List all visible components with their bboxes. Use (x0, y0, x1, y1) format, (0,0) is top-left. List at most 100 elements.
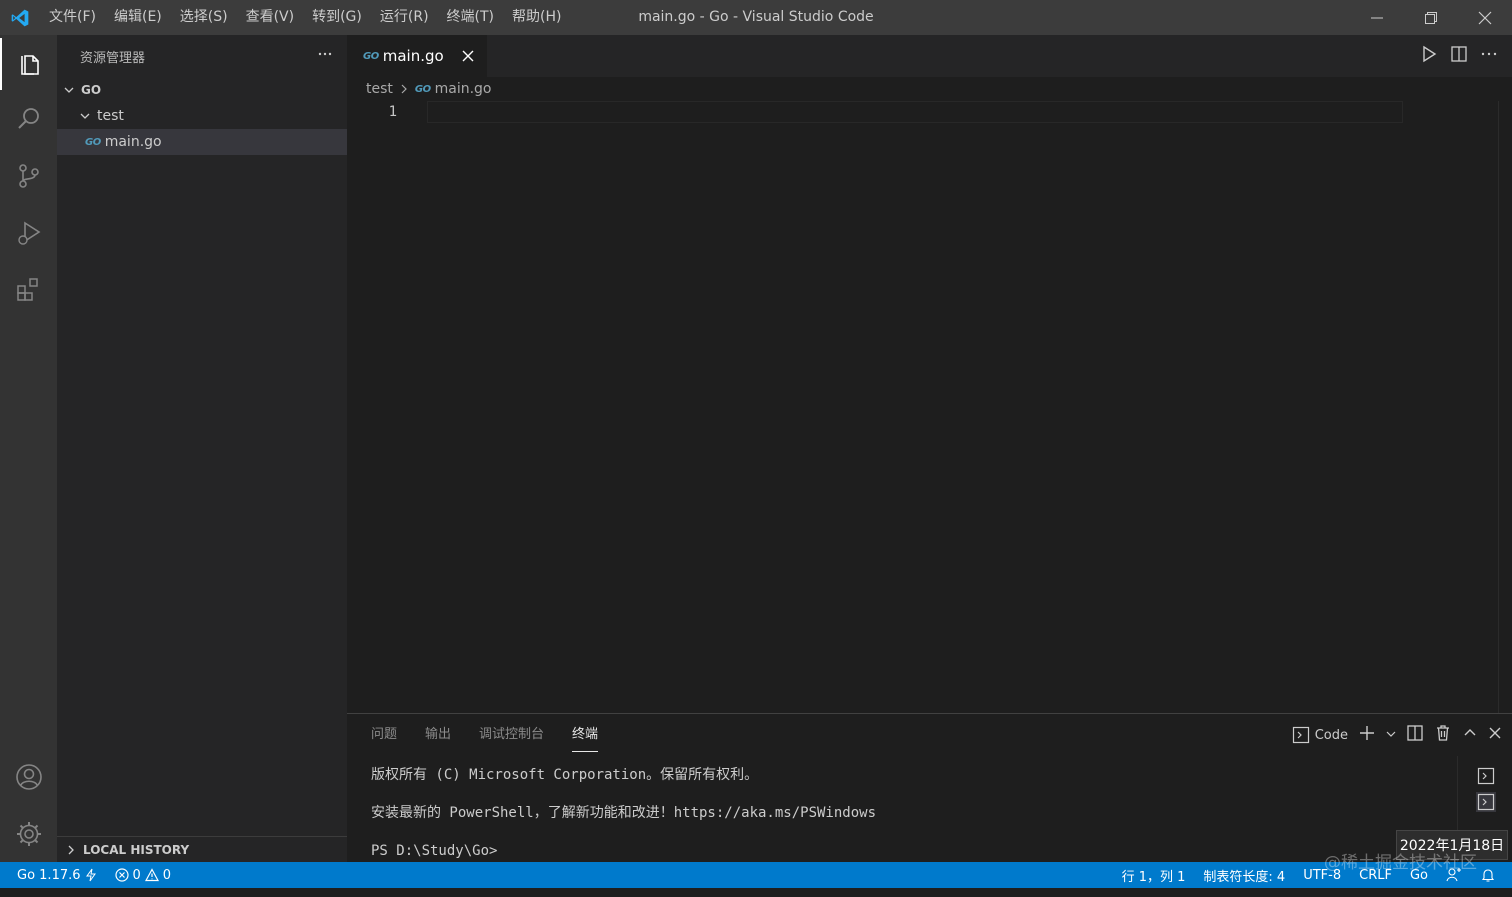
trash-icon (1437, 725, 1449, 741)
menu-terminal[interactable]: 终端(T) (438, 0, 503, 35)
line-number: 1 (388, 104, 397, 120)
tab-terminal[interactable]: 终端 (572, 714, 599, 756)
bell-icon (1481, 869, 1495, 882)
tab-close-button[interactable] (459, 47, 477, 65)
terminal-dropdown-button[interactable] (1386, 728, 1396, 743)
new-terminal-button[interactable] (1358, 724, 1376, 746)
go-version-status[interactable]: Go 1.17.6 (0, 862, 106, 888)
tab-problems[interactable]: 问题 (371, 714, 397, 756)
run-file-button[interactable] (1420, 45, 1438, 67)
menu-edit[interactable]: 编辑(E) (105, 0, 171, 35)
close-icon (1489, 727, 1501, 739)
tab-debug-console[interactable]: 调试控制台 (479, 714, 544, 756)
menu-go[interactable]: 转到(G) (303, 0, 371, 35)
warning-icon (144, 868, 159, 882)
current-line-highlight (427, 101, 1403, 123)
chevron-up-icon (1464, 729, 1476, 736)
menu-bar: 文件(F) 编辑(E) 选择(S) 查看(V) 转到(G) 运行(R) 终端(T… (40, 0, 570, 35)
gear-icon (16, 822, 41, 846)
breadcrumb-file[interactable]: main.go (435, 81, 492, 97)
tree-folder-test[interactable]: test (57, 103, 347, 129)
terminal-output[interactable]: 版权所有 (C) Microsoft Corporation。保留所有权利。 安… (371, 762, 876, 876)
ellipsis-icon (318, 52, 332, 56)
terminal-line: 安装最新的 PowerShell，了解新功能和改进！https://aka.ms… (371, 805, 877, 821)
terminal-name: Code (1314, 727, 1348, 743)
tree-root-go[interactable]: GO (57, 77, 347, 103)
close-icon (1478, 11, 1492, 24)
breadcrumb: test GO main.go (347, 77, 1512, 101)
run-debug-icon (17, 221, 40, 245)
minimize-icon (1371, 17, 1383, 18)
code-line[interactable]: 1 (347, 101, 1512, 123)
editor-scrollbar[interactable] (1498, 101, 1512, 713)
status-bar: Go 1.17.6 0 0 行 1，列 1 制表符长度: 4 UTF-8 CRL… (0, 862, 1512, 888)
maximize-panel-button[interactable] (1462, 725, 1478, 745)
menu-run[interactable]: 运行(R) (371, 0, 438, 35)
menu-help[interactable]: 帮助(H) (503, 0, 570, 35)
local-history-label: LOCAL HISTORY (83, 842, 190, 857)
go-version: Go 1.17.6 (17, 867, 81, 883)
manage-button[interactable] (0, 808, 57, 860)
split-editor-icon (1451, 46, 1467, 62)
lightning-icon (85, 868, 96, 882)
terminal-icon (1292, 726, 1309, 744)
run-debug-button[interactable] (0, 207, 57, 259)
editor-more-button[interactable] (1480, 45, 1498, 67)
problems-status[interactable]: 0 0 (106, 862, 181, 888)
accounts-button[interactable] (0, 751, 57, 803)
more-actions-button[interactable] (317, 46, 333, 66)
notifications-button[interactable] (1471, 862, 1512, 888)
taskbar-edge (0, 888, 1512, 897)
source-control-button[interactable] (0, 150, 57, 202)
plus-icon (1360, 726, 1374, 740)
search-icon (17, 108, 39, 129)
terminal-icon (1477, 793, 1495, 811)
chevron-down-icon (77, 108, 93, 124)
terminal-select[interactable]: Code (1292, 726, 1348, 744)
split-terminal-button[interactable] (1406, 724, 1424, 746)
local-history-section[interactable]: LOCAL HISTORY (57, 836, 347, 862)
bottom-panel: 问题 输出 调试控制台 终端 Code 版权所有 (C) Microsoft C… (347, 713, 1512, 863)
vscode-logo-icon (0, 0, 40, 35)
close-panel-button[interactable] (1488, 726, 1502, 744)
restore-button[interactable] (1404, 0, 1458, 35)
account-icon (15, 764, 42, 790)
terminal-instance-1[interactable] (1476, 766, 1496, 786)
explorer-button[interactable] (0, 38, 57, 90)
indentation-status[interactable]: 制表符长度: 4 (1194, 862, 1294, 888)
chevron-right-icon (63, 842, 79, 858)
minimize-button[interactable] (1350, 0, 1404, 35)
kill-terminal-button[interactable] (1434, 724, 1452, 746)
editor-area: GO main.go test GO main.go 1 (347, 35, 1512, 713)
terminal-line: 版权所有 (C) Microsoft Corporation。保留所有权利。 (371, 767, 759, 783)
split-editor-button[interactable] (1450, 45, 1468, 67)
extensions-button[interactable] (0, 264, 57, 316)
error-count: 0 (132, 867, 141, 883)
sidebar-title: 资源管理器 (80, 50, 146, 66)
breadcrumb-folder[interactable]: test (366, 81, 393, 97)
tree-file-main-go[interactable]: GO main.go (57, 129, 347, 155)
menu-view[interactable]: 查看(V) (237, 0, 304, 35)
editor-actions (1420, 35, 1498, 77)
explorer-sidebar: 资源管理器 GO test GO main.go LOCAL HISTORY (57, 35, 347, 862)
sidebar-header: 资源管理器 (57, 35, 347, 77)
search-button[interactable] (0, 93, 57, 145)
tab-output[interactable]: 输出 (425, 714, 451, 756)
warning-count: 0 (162, 867, 172, 883)
menu-file[interactable]: 文件(F) (40, 0, 105, 35)
play-icon (1423, 45, 1437, 63)
tree-folder-label: test (97, 108, 124, 124)
panel-actions: Code (1292, 714, 1502, 756)
activity-bar (0, 35, 57, 862)
cursor-position-status[interactable]: 行 1，列 1 (1113, 862, 1195, 888)
editor-tabs: GO main.go (347, 35, 1512, 77)
tree-file-label: main.go (104, 134, 162, 150)
tree-root-label: GO (81, 83, 102, 97)
error-icon (114, 868, 129, 882)
chevron-down-icon (61, 82, 77, 98)
terminal-instance-2[interactable] (1476, 792, 1496, 812)
menu-selection[interactable]: 选择(S) (171, 0, 237, 35)
go-file-icon: GO (414, 83, 431, 95)
close-window-button[interactable] (1458, 0, 1512, 35)
tab-main-go[interactable]: GO main.go (347, 35, 487, 77)
